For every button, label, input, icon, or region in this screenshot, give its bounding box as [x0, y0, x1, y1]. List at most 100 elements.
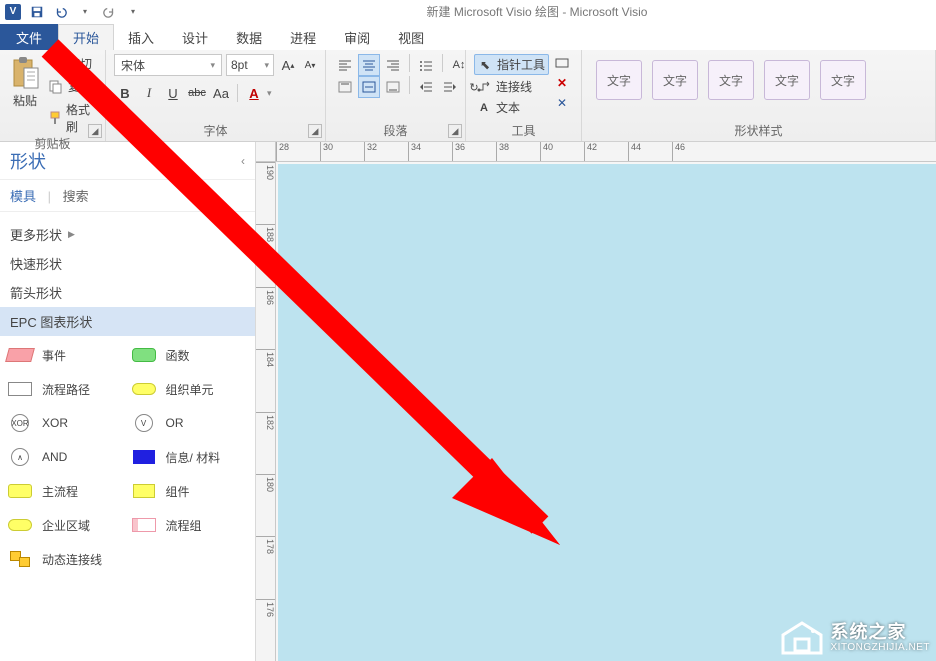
style-preset-1[interactable]: 文字: [596, 60, 642, 100]
shape-component[interactable]: 组件: [130, 482, 250, 500]
shrink-font-button[interactable]: A▾: [300, 55, 320, 75]
tab-design[interactable]: 设计: [168, 24, 222, 50]
shape-event[interactable]: 事件: [6, 346, 126, 364]
window-title: 新建 Microsoft Visio 绘图 - Microsoft Visio: [142, 3, 932, 20]
paste-button[interactable]: 粘贴: [8, 54, 42, 109]
epc-shapes-item[interactable]: EPC 图表形状: [0, 307, 255, 336]
event-shape-icon: [6, 346, 34, 364]
align-top-button[interactable]: [334, 76, 356, 98]
shape-process-group[interactable]: 流程组: [130, 516, 250, 534]
shape-info-material[interactable]: 信息/ 材料: [130, 448, 250, 466]
dynamic-connector-shape-icon: [6, 550, 34, 568]
redo-button[interactable]: [100, 3, 118, 21]
info-material-shape-icon: [130, 448, 158, 466]
shape-dynamic-connector[interactable]: 动态连接线: [6, 550, 126, 568]
increase-indent-button[interactable]: [439, 76, 461, 98]
undo-button[interactable]: [52, 3, 70, 21]
style-preset-4[interactable]: 文字: [764, 60, 810, 100]
tab-insert[interactable]: 插入: [114, 24, 168, 50]
watermark: 系统之家 XITONGZHIJIA.NET: [781, 621, 931, 655]
shape-and[interactable]: ∧AND: [6, 448, 126, 466]
font-size-combo[interactable]: 8pt▾: [226, 54, 274, 76]
title-bar: V ▾ ▾ 新建 Microsoft Visio 绘图 - Microsoft …: [0, 0, 936, 24]
tab-file[interactable]: 文件: [0, 24, 58, 50]
font-color-button[interactable]: A: [243, 82, 265, 104]
copy-button[interactable]: 复制: [46, 77, 97, 96]
shape-main-process[interactable]: 主流程: [6, 482, 126, 500]
align-left-button[interactable]: [334, 54, 356, 76]
chevron-right-icon: ▶: [68, 229, 75, 240]
text-tool-button[interactable]: A文本: [474, 98, 549, 117]
tab-process[interactable]: 进程: [276, 24, 330, 50]
align-center-button[interactable]: [358, 54, 380, 76]
ruler-corner: [256, 142, 276, 162]
clipboard-group-label: 剪贴板: [8, 136, 97, 152]
group-shape-styles: 文字 文字 文字 文字 文字 形状样式: [582, 50, 936, 141]
horizontal-ruler[interactable]: 28 30 32 34 36 38 40 42 44 46: [276, 142, 936, 162]
and-shape-icon: ∧: [6, 448, 34, 466]
component-shape-icon: [130, 482, 158, 500]
visio-logo-icon: V: [4, 3, 22, 21]
style-preset-2[interactable]: 文字: [652, 60, 698, 100]
group-clipboard: 粘贴 ✂剪切 复制 格式刷 剪贴板 ◢: [0, 50, 106, 141]
vertical-ruler[interactable]: 190 188 186 184 182 180 178 176: [256, 162, 276, 661]
tools-group-label: 工具: [474, 123, 573, 139]
change-case-button[interactable]: Aa: [210, 82, 232, 104]
paste-label: 粘贴: [13, 92, 37, 109]
chevron-down-icon: ▾: [210, 60, 215, 71]
save-button[interactable]: [28, 3, 46, 21]
quick-shapes-item[interactable]: 快速形状: [0, 249, 255, 278]
clipboard-launcher[interactable]: ◢: [88, 124, 102, 138]
tab-view[interactable]: 视图: [384, 24, 438, 50]
tab-home[interactable]: 开始: [58, 24, 114, 50]
align-bottom-button[interactable]: [382, 76, 404, 98]
tab-data[interactable]: 数据: [222, 24, 276, 50]
group-font: 宋体▾ 8pt▾ A▴ A▾ B I U abc Aa A ▾ 字体 ◢: [106, 50, 326, 141]
shapes-pane-tabs: 模具 | 搜索: [0, 180, 255, 212]
italic-button[interactable]: I: [138, 82, 160, 104]
strikethrough-button[interactable]: abc: [186, 82, 208, 104]
close-tool-button[interactable]: ✕: [555, 76, 569, 90]
grow-font-button[interactable]: A▴: [278, 55, 298, 75]
undo-dropdown[interactable]: ▾: [76, 3, 94, 21]
connector-tool-button[interactable]: 连接线: [474, 77, 549, 96]
font-launcher[interactable]: ◢: [308, 124, 322, 138]
shape-enterprise-area[interactable]: 企业区域: [6, 516, 126, 534]
tab-review[interactable]: 审阅: [330, 24, 384, 50]
tab-search[interactable]: 搜索: [63, 186, 89, 205]
decrease-indent-button[interactable]: [415, 76, 437, 98]
shape-org-unit[interactable]: 组织单元: [130, 380, 250, 398]
quick-access-toolbar: V ▾ ▾: [4, 3, 142, 21]
connection-point-button[interactable]: ✕: [555, 96, 569, 110]
shape-or[interactable]: VOR: [130, 414, 250, 432]
cut-button[interactable]: ✂剪切: [46, 54, 97, 73]
drawing-page[interactable]: [278, 164, 936, 661]
qat-customize-dropdown[interactable]: ▾: [124, 3, 142, 21]
pointer-tool-button[interactable]: ⬉指针工具: [474, 54, 549, 75]
rectangle-tool-button[interactable]: [555, 56, 569, 70]
tab-stencils[interactable]: 模具: [10, 186, 36, 205]
text-icon: A: [477, 101, 491, 115]
align-middle-button[interactable]: [358, 76, 380, 98]
more-shapes-item[interactable]: 更多形状▶: [0, 220, 255, 249]
process-group-shape-icon: [130, 516, 158, 534]
align-right-button[interactable]: [382, 54, 404, 76]
watermark-text-cn: 系统之家: [831, 623, 931, 643]
stencil-category-list: 更多形状▶ 快速形状 箭头形状 EPC 图表形状: [0, 212, 255, 336]
underline-button[interactable]: U: [162, 82, 184, 104]
shape-xor[interactable]: XORXOR: [6, 414, 126, 432]
shape-process-path[interactable]: 流程路径: [6, 380, 126, 398]
font-name-combo[interactable]: 宋体▾: [114, 54, 222, 76]
paragraph-group-label: 段落: [334, 123, 457, 139]
shape-function[interactable]: 函数: [130, 346, 250, 364]
paragraph-launcher[interactable]: ◢: [448, 124, 462, 138]
shape-styles-gallery[interactable]: 文字 文字 文字 文字 文字: [590, 54, 866, 100]
bold-button[interactable]: B: [114, 82, 136, 104]
style-preset-5[interactable]: 文字: [820, 60, 866, 100]
arrow-shapes-item[interactable]: 箭头形状: [0, 278, 255, 307]
font-color-dropdown[interactable]: ▾: [267, 88, 272, 99]
style-preset-3[interactable]: 文字: [708, 60, 754, 100]
collapse-pane-button[interactable]: ‹: [241, 154, 245, 168]
bullets-button[interactable]: [415, 54, 437, 76]
group-tools: ⬉指针工具 连接线 A文本 ✕ ✕ 工具: [466, 50, 582, 141]
